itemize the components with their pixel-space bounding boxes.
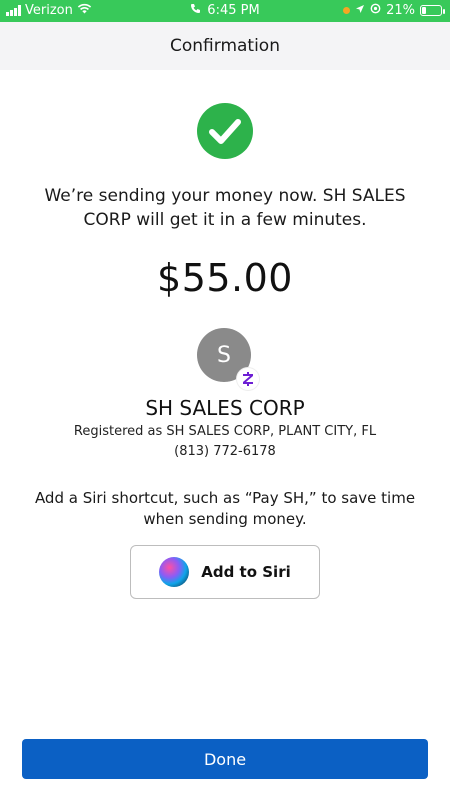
done-button[interactable]: Done: [22, 739, 428, 779]
checkmark-icon: [197, 103, 253, 159]
avatar-initial: S: [217, 342, 231, 368]
zelle-icon: [237, 368, 259, 390]
add-to-siri-button[interactable]: Add to Siri: [130, 545, 320, 599]
battery-percent: 21%: [386, 3, 415, 18]
alarm-icon: [370, 3, 381, 18]
battery-icon: [420, 5, 445, 16]
phone-icon: [190, 3, 201, 18]
add-to-siri-label: Add to Siri: [201, 563, 291, 581]
location-icon: [355, 3, 365, 18]
battery-level: [422, 7, 426, 14]
recipient-name: SH SALES CORP: [145, 396, 305, 420]
status-right: 21%: [343, 3, 445, 18]
recipient-registered: Registered as SH SALES CORP, PLANT CITY,…: [73, 424, 377, 439]
done-label: Done: [203, 749, 247, 769]
recording-indicator-icon: [343, 7, 351, 14]
status-bar: Verizon 6:45 PM 21%: [0, 0, 450, 22]
siri-icon: [159, 557, 190, 587]
page-title: Confirmation: [170, 36, 280, 56]
siri-prompt: Add a Siri shortcut, such as “Pay SH,” t…: [34, 489, 416, 528]
payment-amount: $55.00: [157, 256, 293, 300]
nav-bar: Confirmation: [0, 22, 450, 70]
confirmation-message: We’re sending your money now. SH SALES C…: [44, 186, 406, 230]
recipient-phone: (813) 772-6178: [174, 444, 276, 459]
clock-time: 6:45 PM: [207, 3, 260, 18]
